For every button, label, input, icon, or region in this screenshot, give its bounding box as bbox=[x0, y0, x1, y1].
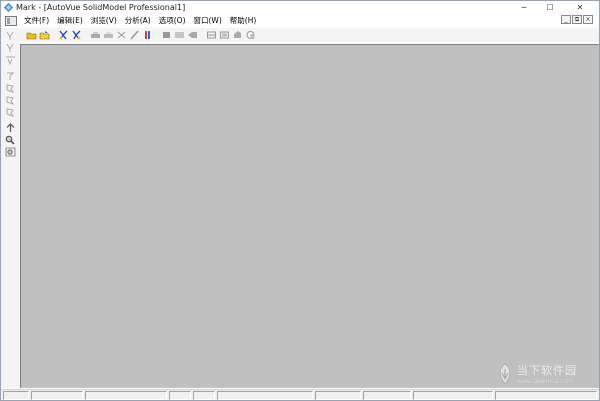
status-cell-5 bbox=[193, 391, 215, 400]
menu-analyze[interactable]: 分析(A) bbox=[121, 15, 155, 27]
status-cell-2 bbox=[31, 391, 83, 400]
main-toolbar bbox=[20, 28, 599, 42]
menu-options[interactable]: 选项(O) bbox=[155, 15, 190, 27]
measure-icon[interactable] bbox=[142, 30, 153, 40]
document-window-controls: _ ⧉ × bbox=[561, 15, 593, 24]
left-toolbar bbox=[1, 28, 20, 388]
watermark-url: www.downxia.com bbox=[517, 378, 573, 385]
title-bar: Mark - [AutoVue SolidModel Professional1… bbox=[1, 1, 599, 14]
status-cell-9 bbox=[413, 391, 493, 400]
menu-file[interactable]: 文件(F) bbox=[20, 15, 53, 27]
minimize-button[interactable]: ─ bbox=[511, 1, 537, 13]
up-arrow-icon[interactable] bbox=[5, 123, 16, 133]
status-cell-1 bbox=[3, 391, 29, 400]
menu-view[interactable]: 浏览(V) bbox=[87, 15, 121, 27]
box-icon[interactable] bbox=[161, 30, 172, 40]
menu-help[interactable]: 帮助(H) bbox=[226, 15, 261, 27]
open-file-icon[interactable] bbox=[39, 30, 50, 40]
zoom-out-icon[interactable] bbox=[5, 107, 16, 117]
status-cell-6 bbox=[217, 391, 313, 400]
maximize-button[interactable]: ☐ bbox=[537, 1, 563, 13]
status-cell-10 bbox=[495, 391, 597, 400]
select-icon[interactable] bbox=[5, 31, 16, 41]
status-cell-8 bbox=[363, 391, 411, 400]
zoom-window-icon[interactable] bbox=[5, 135, 16, 145]
watermark-logo-icon bbox=[499, 363, 511, 385]
transform-icon[interactable] bbox=[5, 71, 16, 81]
app-window: Mark - [AutoVue SolidModel Professional1… bbox=[0, 0, 600, 401]
status-cell-4 bbox=[169, 391, 191, 400]
document-minimize-button[interactable]: _ bbox=[561, 15, 571, 24]
watermark: 当下软件园 www.downxia.com bbox=[496, 362, 577, 385]
shade-icon[interactable] bbox=[187, 30, 198, 40]
close-button[interactable]: ✕ bbox=[563, 1, 597, 13]
pen-icon[interactable] bbox=[129, 30, 140, 40]
view-top-icon[interactable] bbox=[219, 30, 230, 40]
view-front-icon[interactable] bbox=[206, 30, 217, 40]
model-canvas[interactable] bbox=[20, 44, 599, 388]
markup-entity-icon[interactable] bbox=[71, 30, 82, 40]
rotate-icon[interactable] bbox=[245, 30, 256, 40]
markup-icon[interactable] bbox=[58, 30, 69, 40]
print-icon[interactable] bbox=[90, 30, 101, 40]
text-icon[interactable] bbox=[5, 55, 16, 65]
watermark-name: 当下软件园 bbox=[517, 364, 577, 377]
menu-bar: 文件(F) 编辑(E) 浏览(V) 分析(A) 选项(O) 窗口(W) 帮助(H… bbox=[1, 14, 599, 27]
pan-icon[interactable] bbox=[5, 83, 16, 93]
document-window-icon[interactable] bbox=[5, 15, 17, 26]
status-cell-7 bbox=[315, 391, 361, 400]
zoom-fit-icon[interactable] bbox=[5, 147, 16, 157]
status-cell-3 bbox=[85, 391, 167, 400]
view-side-icon[interactable] bbox=[232, 30, 243, 40]
window-controls: ─ ☐ ✕ bbox=[511, 1, 597, 13]
window-title: Mark - [AutoVue SolidModel Professional1… bbox=[16, 3, 186, 12]
menu-edit[interactable]: 编辑(E) bbox=[53, 15, 87, 27]
menu-window[interactable]: 窗口(W) bbox=[190, 15, 226, 27]
fit-icon[interactable] bbox=[116, 30, 127, 40]
print-preview-icon[interactable] bbox=[103, 30, 114, 40]
zoom-in-icon[interactable] bbox=[5, 95, 16, 105]
app-logo-icon bbox=[4, 3, 13, 12]
layers-icon[interactable] bbox=[174, 30, 185, 40]
open-folder-icon[interactable] bbox=[26, 30, 37, 40]
document-close-button[interactable]: × bbox=[583, 15, 593, 24]
document-restore-button[interactable]: ⧉ bbox=[572, 15, 582, 24]
status-bar bbox=[1, 389, 599, 400]
select-entity-icon[interactable] bbox=[5, 43, 16, 53]
